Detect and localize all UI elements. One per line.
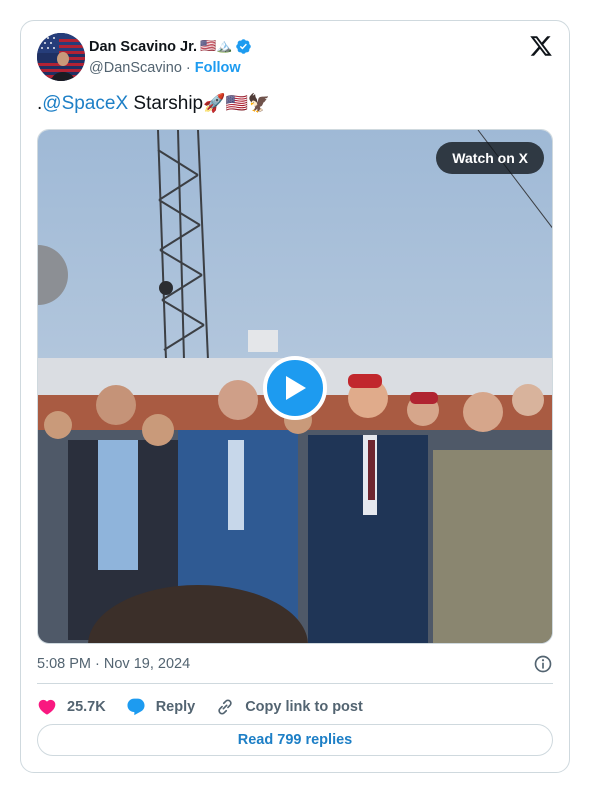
author-name-emojis: 🇺🇸🏔️ [200, 39, 233, 54]
read-replies-button[interactable]: Read 799 replies [37, 724, 553, 756]
reply-label: Reply [155, 699, 196, 715]
tweet-embed-card: Dan Scavino Jr. 🇺🇸🏔️ @DanScavino · Follo… [20, 20, 570, 773]
avatar[interactable] [37, 33, 85, 81]
mention-link[interactable]: @SpaceX [42, 93, 128, 115]
follow-button[interactable]: Follow [195, 60, 241, 76]
video-media[interactable]: Watch on X [37, 129, 553, 644]
x-logo-icon[interactable] [529, 34, 553, 58]
like-button[interactable]: 25.7K [37, 697, 106, 717]
author-name[interactable]: Dan Scavino Jr. [89, 39, 197, 55]
reply-button[interactable]: Reply [126, 697, 196, 717]
tweet-body: Starship [128, 93, 204, 114]
tweet-header: Dan Scavino Jr. 🇺🇸🏔️ @DanScavino · Follo… [37, 33, 553, 83]
play-button[interactable] [263, 356, 327, 420]
copy-link-label: Copy link to post [245, 699, 363, 715]
timestamp-row: 5:08 PM · Nov 19, 2024 [37, 653, 553, 675]
action-bar: 25.7K Reply Copy link to post [37, 693, 553, 721]
heart-icon [38, 699, 56, 715]
copy-link-button[interactable]: Copy link to post [215, 697, 363, 717]
speech-bubble-icon [127, 698, 145, 716]
likes-count: 25.7K [67, 699, 106, 715]
post-timestamp[interactable]: 5:08 PM · Nov 19, 2024 [37, 656, 190, 672]
divider [37, 683, 553, 684]
handle-separator: · [185, 60, 191, 76]
info-icon[interactable] [533, 654, 553, 674]
watch-on-x-button[interactable]: Watch on X [436, 142, 544, 174]
play-icon [286, 376, 306, 400]
author-handle[interactable]: @DanScavino [89, 60, 182, 76]
verified-badge-icon [236, 39, 252, 54]
link-icon [218, 699, 232, 715]
tweet-emojis: 🚀🇺🇸🦅 [203, 93, 271, 114]
tweet-text: . @SpaceX Starship 🚀🇺🇸🦅 [37, 93, 270, 115]
